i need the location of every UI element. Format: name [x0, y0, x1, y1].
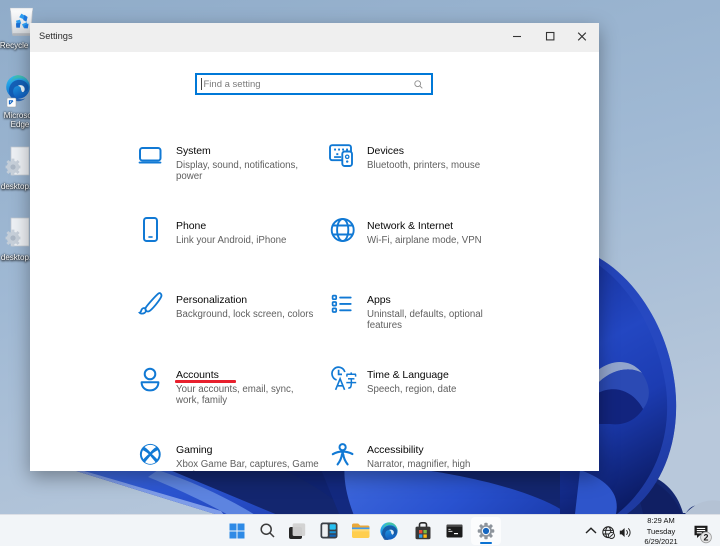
- svg-text:2: 2: [703, 533, 708, 543]
